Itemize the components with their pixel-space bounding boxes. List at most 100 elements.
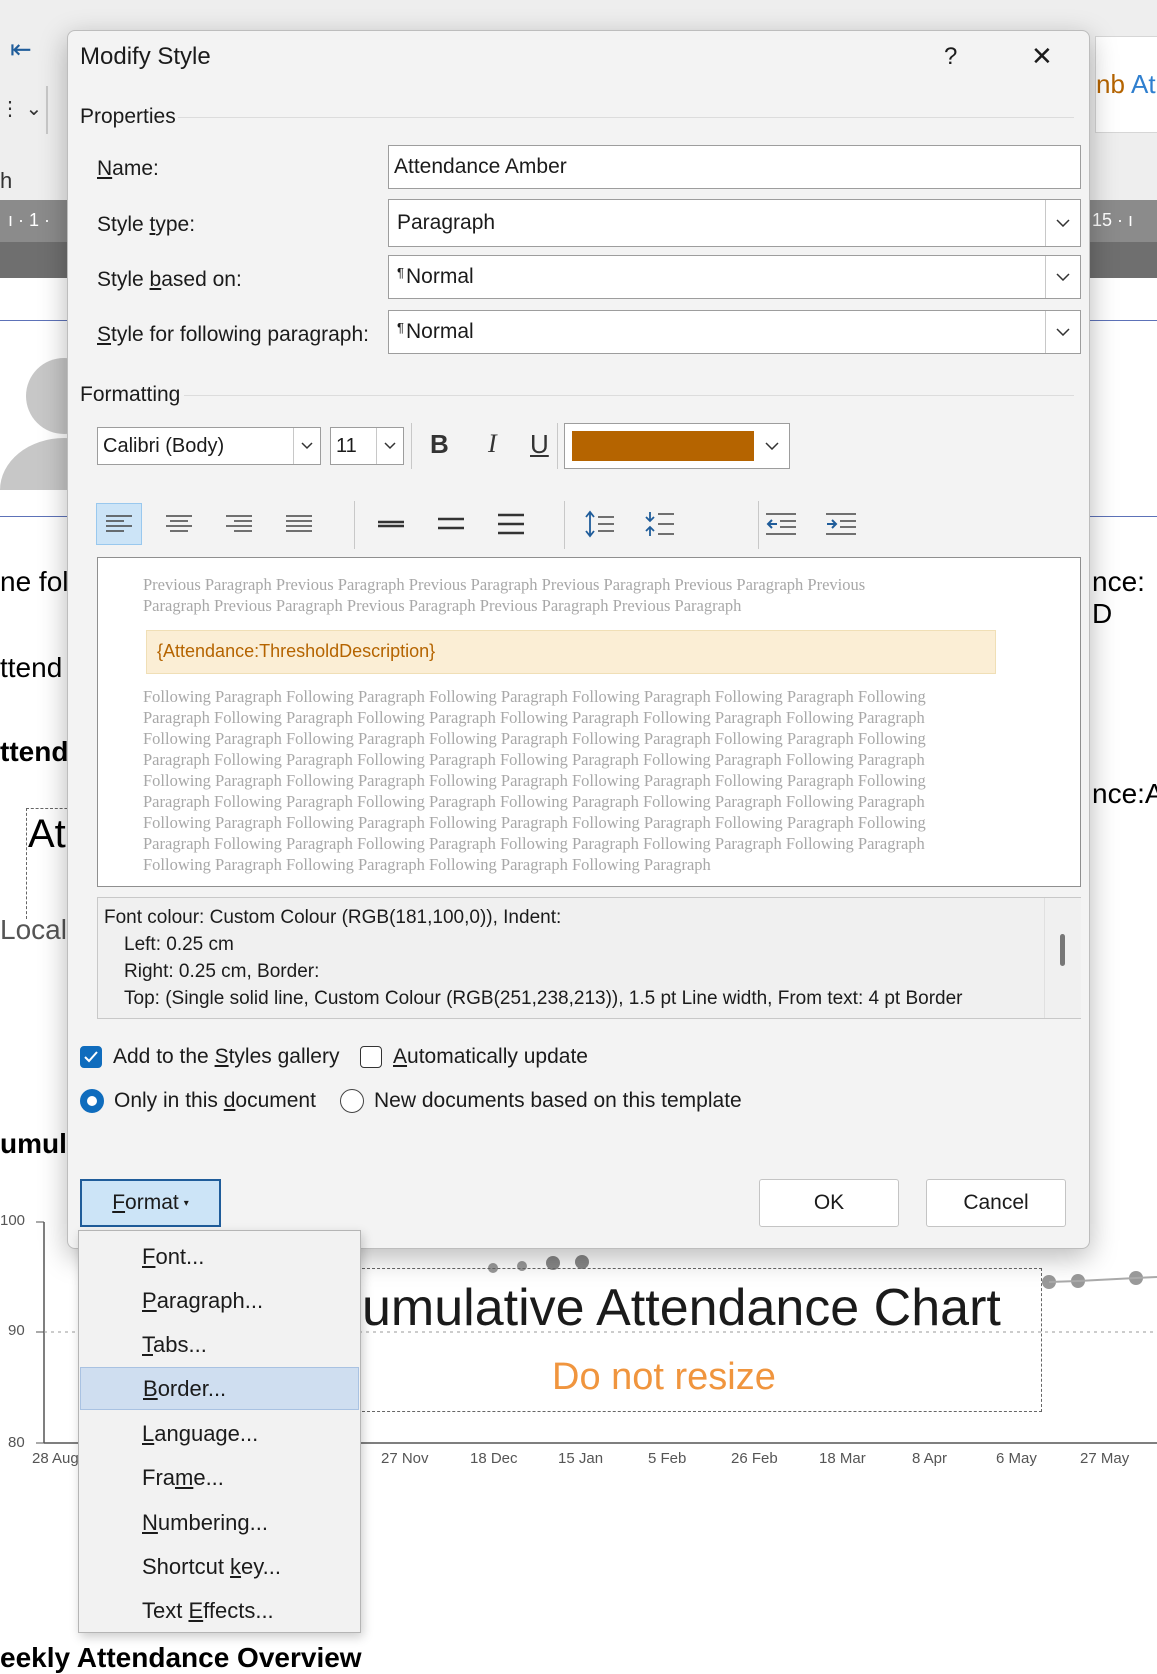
- menu-item-text-effects[interactable]: Text Effects...: [80, 1589, 359, 1632]
- help-button[interactable]: ?: [944, 43, 957, 71]
- increase-paragraph-spacing-icon: [585, 510, 614, 538]
- increase-spacing-button[interactable]: [576, 503, 622, 545]
- toolbar-divider: [411, 423, 412, 469]
- menu-item-language[interactable]: Language...: [80, 1412, 359, 1455]
- auto-update-checkbox[interactable]: Automatically update: [360, 1045, 588, 1069]
- style-gallery-item-nb[interactable]: nb: [1096, 69, 1125, 100]
- doc-text-at: At: [28, 812, 66, 856]
- toolbar-divider: [557, 423, 558, 469]
- description-line: Left: 0.25 cm: [124, 934, 234, 955]
- chart-x-tick-7: 18 Mar: [819, 1450, 866, 1467]
- decrease-indent-icon[interactable]: ⇤: [10, 34, 32, 65]
- based-on-select[interactable]: ¶Normal: [388, 255, 1081, 299]
- close-button[interactable]: ✕: [1031, 41, 1053, 72]
- dialog-title: Modify Style: [80, 43, 211, 70]
- menu-item-numbering[interactable]: Numbering...: [80, 1501, 359, 1544]
- checkbox-unchecked-icon: [360, 1046, 382, 1068]
- decrease-paragraph-spacing-icon: [645, 512, 674, 536]
- chevron-down-icon: [754, 442, 789, 450]
- cancel-button[interactable]: Cancel: [926, 1179, 1066, 1227]
- chart-x-tick-9: 6 May: [996, 1450, 1037, 1467]
- increase-indent-button[interactable]: [818, 503, 864, 545]
- paragraph-mark-icon: ¶: [397, 320, 404, 335]
- style-description: Font colour: Custom Colour (RGB(181,100,…: [97, 897, 1081, 1019]
- format-button-label: Format: [112, 1191, 179, 1214]
- doc-text-local: Local: [0, 914, 67, 945]
- align-left-icon: [106, 515, 132, 532]
- menu-item-font[interactable]: Font...: [80, 1235, 359, 1278]
- ok-button[interactable]: OK: [759, 1179, 899, 1227]
- toolbar-divider: [564, 501, 565, 549]
- add-to-gallery-checkbox[interactable]: Add to the Styles gallery: [80, 1045, 339, 1069]
- menu-item-frame[interactable]: Frame...: [80, 1456, 359, 1499]
- chevron-down-icon: [293, 428, 320, 464]
- menu-item-tabs[interactable]: Tabs...: [80, 1323, 359, 1366]
- following-select[interactable]: ¶Normal: [388, 310, 1081, 354]
- bold-button[interactable]: B: [430, 429, 449, 460]
- single-spacing-button[interactable]: [368, 503, 414, 545]
- scrollbar-thumb[interactable]: [1060, 934, 1065, 966]
- format-button[interactable]: Format ▾: [80, 1179, 221, 1227]
- menu-item-paragraph[interactable]: Paragraph...: [80, 1279, 359, 1322]
- chart-subtitle: Do not resize: [552, 1356, 776, 1398]
- one-half-spacing-button[interactable]: [428, 503, 474, 545]
- chart-y-tick-80: 80: [8, 1434, 25, 1451]
- chevron-down-icon: [376, 428, 403, 464]
- checkbox-checked-icon: [80, 1046, 102, 1068]
- chevron-down-icon: [1045, 256, 1080, 298]
- modify-style-dialog: Modify Style ? ✕ Properties Name: Attend…: [67, 30, 1090, 1249]
- ribbon-group-label: h: [0, 168, 13, 193]
- decrease-spacing-button[interactable]: [636, 503, 682, 545]
- style-gallery-item-at[interactable]: At: [1131, 69, 1156, 100]
- font-select[interactable]: Calibri (Body): [97, 427, 321, 465]
- style-type-select[interactable]: Paragraph: [388, 199, 1081, 247]
- italic-button[interactable]: I: [488, 429, 497, 459]
- format-menu: Font... Paragraph... Tabs... Border... L…: [78, 1230, 361, 1633]
- chart-x-tick-1: 28 Aug: [32, 1450, 79, 1467]
- font-size-value: 11: [336, 434, 357, 457]
- one-half-spacing-icon: [438, 517, 464, 530]
- align-center-button[interactable]: [156, 503, 202, 545]
- paragraph-mark-icon: ¶: [397, 265, 404, 280]
- styles-gallery-strip[interactable]: nb At: [1095, 36, 1157, 133]
- justify-icon: [286, 515, 312, 532]
- doc-text-attendance-2: ttend: [0, 736, 69, 767]
- description-scrollbar[interactable]: [1044, 898, 1081, 1018]
- single-spacing-icon: [378, 520, 404, 528]
- menu-item-border[interactable]: Border...: [80, 1367, 359, 1410]
- toolbar-divider: [354, 501, 355, 549]
- preview-sample-text: {Attendance:ThresholdDescription}: [146, 630, 996, 674]
- font-size-select[interactable]: 11: [330, 427, 404, 465]
- ribbon-dropdown-icon[interactable]: ⋮ ⌄: [0, 96, 42, 121]
- avatar: [0, 350, 128, 542]
- new-documents-radio[interactable]: New documents based on this template: [340, 1089, 742, 1113]
- align-right-button[interactable]: [216, 503, 262, 545]
- double-spacing-button[interactable]: [488, 503, 534, 545]
- underline-button[interactable]: U: [530, 429, 549, 460]
- menu-item-shortcut-key[interactable]: Shortcut key...: [80, 1545, 359, 1588]
- doc-text-right-1: nce: D: [1092, 566, 1145, 629]
- chart-x-tick-3: 18 Dec: [470, 1450, 518, 1467]
- preview-following-paragraph: Following Paragraph Following Paragraph …: [143, 687, 926, 874]
- chart-y-tick-90: 90: [8, 1322, 25, 1339]
- align-left-button[interactable]: [96, 503, 142, 545]
- justify-button[interactable]: [276, 503, 322, 545]
- formatting-divider: [184, 395, 1074, 396]
- name-input[interactable]: Attendance Amber: [388, 145, 1081, 189]
- font-color-select[interactable]: [564, 423, 790, 469]
- caret-down-icon: ▾: [183, 1197, 189, 1209]
- add-to-gallery-label: Add to the Styles gallery: [113, 1045, 340, 1068]
- description-line: Font colour: Custom Colour (RGB(181,100,…: [104, 907, 562, 928]
- properties-section-label: Properties: [80, 105, 176, 128]
- font-value: Calibri (Body): [103, 434, 225, 457]
- chart-x-tick-4: 15 Jan: [558, 1450, 604, 1467]
- align-right-icon: [226, 515, 252, 532]
- align-center-icon: [166, 515, 192, 532]
- auto-update-label: Automatically update: [393, 1045, 588, 1068]
- decrease-indent-button[interactable]: [758, 503, 804, 545]
- formatting-section-label: Formatting: [80, 383, 181, 406]
- doc-text-attendance-1: ttend: [0, 652, 63, 683]
- only-this-document-radio[interactable]: Only in this document: [80, 1089, 316, 1113]
- description-line: Top: (Single solid line, Custom Colour (…: [124, 988, 963, 1009]
- description-line: Right: 0.25 cm, Border:: [124, 961, 320, 982]
